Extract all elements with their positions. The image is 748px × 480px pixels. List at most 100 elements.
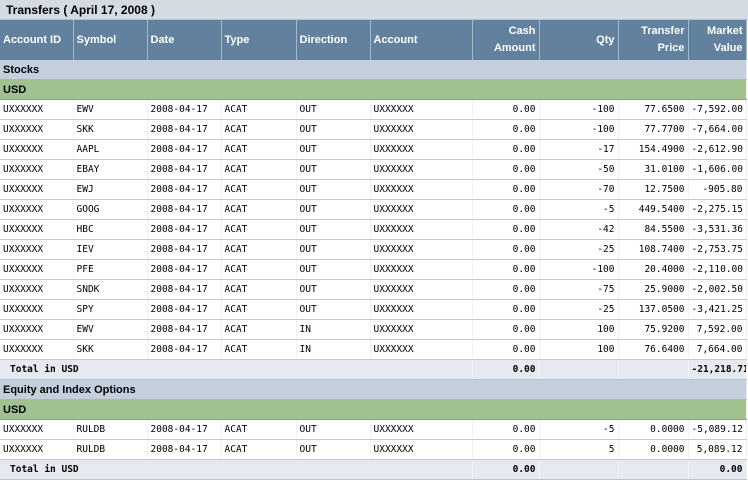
cell-account-id: UXXXXXX xyxy=(0,299,74,320)
cell-account-id: UXXXXXX xyxy=(0,319,74,340)
cell-type: ACAT xyxy=(221,439,297,460)
cell-account: UXXXXXX xyxy=(370,239,473,260)
cell-symbol: RULDB xyxy=(73,419,148,440)
cell-market-value: 7,664.00 xyxy=(688,339,747,360)
table-row[interactable]: UXXXXXX HBC 2008-04-17 ACAT OUT UXXXXXX 0.00 -4… xyxy=(0,219,747,240)
col-market-value-line2: Value xyxy=(713,42,743,54)
cell-direction: OUT xyxy=(296,139,371,160)
cell-date: 2008-04-17 xyxy=(147,299,222,320)
cell-account: UXXXXXX xyxy=(370,199,473,220)
col-account-id[interactable]: Account ID xyxy=(0,20,74,60)
table-row[interactable]: UXXXXXX SNDK 2008-04-17 ACAT OUT UXXXXXX 0.00-… xyxy=(0,279,747,300)
table-row[interactable]: UXXXXXX EWV 2008-04-17 ACAT IN UXXXXXX 0.00 100… xyxy=(0,319,747,340)
page-title: Transfers ( April 17, 2008 ) xyxy=(0,0,748,20)
cell-type: ACAT xyxy=(221,279,297,300)
cell-account: UXXXXXX xyxy=(370,419,473,440)
transfers-table: Account ID Symbol Date Type Direction Ac… xyxy=(0,20,747,480)
cell-cash-amount: 0.00 xyxy=(472,239,540,260)
cell-transfer-price: 12.7500 xyxy=(618,179,689,200)
cell-type: ACAT xyxy=(221,99,297,120)
cell-market-value: -3,421.25 xyxy=(688,299,747,320)
col-date[interactable]: Date xyxy=(147,20,222,60)
cell-qty: -70 xyxy=(539,179,619,200)
table-row[interactable]: UXXXXXX EWV 2008-04-17 ACAT OUT UXXXXXX 0.00 -1… xyxy=(0,99,747,120)
cell-date: 2008-04-17 xyxy=(147,199,222,220)
cell-account-id: UXXXXXX xyxy=(0,419,74,440)
col-account[interactable]: Account xyxy=(370,20,473,60)
cell-cash-amount: 0.00 xyxy=(472,279,540,300)
cell-account: UXXXXXX xyxy=(370,339,473,360)
cell-transfer-price: 76.6400 xyxy=(618,339,689,360)
col-qty[interactable]: Qty xyxy=(539,20,619,60)
cell-market-value: -2,753.75 xyxy=(688,239,747,260)
total-label: Total in USD xyxy=(0,459,473,480)
total-market-value: -21,218.71 xyxy=(688,359,747,380)
table-row[interactable]: UXXXXXX EBAY 2008-04-17 ACAT OUT UXXXXXX 0.00-… xyxy=(0,159,747,180)
cell-transfer-price: 449.5400 xyxy=(618,199,689,220)
cell-qty: -50 xyxy=(539,159,619,180)
total-empty-cell xyxy=(539,359,619,380)
cell-account: UXXXXXX xyxy=(370,259,473,280)
cell-cash-amount: 0.00 xyxy=(472,139,540,160)
cell-type: ACAT xyxy=(221,339,297,360)
cell-date: 2008-04-17 xyxy=(147,119,222,140)
cell-transfer-price: 25.9000 xyxy=(618,279,689,300)
total-row: Total in USD 0.00 -21,218.71 xyxy=(0,359,747,380)
cell-market-value: -2,612.90 xyxy=(688,139,747,160)
table-row[interactable]: UXXXXXX RULDB 2008-04-17 ACAT OUT UXXXXXX 0.00… xyxy=(0,439,747,460)
section-header: Stocks xyxy=(0,60,747,80)
cell-account: UXXXXXX xyxy=(370,299,473,320)
col-cash-amount[interactable]: Cash Amount xyxy=(472,20,540,60)
cell-cash-amount: 0.00 xyxy=(472,259,540,280)
cell-qty: -75 xyxy=(539,279,619,300)
cell-market-value: -7,664.00 xyxy=(688,119,747,140)
cell-direction: OUT xyxy=(296,259,371,280)
cell-direction: OUT xyxy=(296,419,371,440)
table-row[interactable]: UXXXXXX EWJ 2008-04-17 ACAT OUT UXXXXXX 0.00 -7… xyxy=(0,179,747,200)
table-row[interactable]: UXXXXXX AAPL 2008-04-17 ACAT OUT UXXXXXX 0.00-… xyxy=(0,139,747,160)
cell-date: 2008-04-17 xyxy=(147,219,222,240)
table-row[interactable]: UXXXXXX RULDB 2008-04-17 ACAT OUT UXXXXXX 0.00… xyxy=(0,419,747,440)
col-market-value[interactable]: Market Value xyxy=(688,20,747,60)
total-market-value: 0.00 xyxy=(688,459,747,480)
col-type[interactable]: Type xyxy=(221,20,297,60)
cell-date: 2008-04-17 xyxy=(147,439,222,460)
cell-qty: -100 xyxy=(539,99,619,120)
cell-cash-amount: 0.00 xyxy=(472,159,540,180)
table-row[interactable]: UXXXXXX GOOG 2008-04-17 ACAT OUT UXXXXXX 0.00-… xyxy=(0,199,747,220)
table-row[interactable]: UXXXXXX IEV 2008-04-17 ACAT OUT UXXXXXX 0.00 -2… xyxy=(0,239,747,260)
table-body: Stocks USD UXXXXXX EWV 2008-04-17 ACAT OUT UXXX… xyxy=(0,60,747,480)
col-symbol[interactable]: Symbol xyxy=(73,20,148,60)
cell-market-value: -905.80 xyxy=(688,179,747,200)
section-name: Stocks xyxy=(0,60,747,80)
table-row[interactable]: UXXXXXX SPY 2008-04-17 ACAT OUT UXXXXXX 0.00 -2… xyxy=(0,299,747,320)
cell-qty: -100 xyxy=(539,259,619,280)
currency-header: USD xyxy=(0,399,747,420)
cell-symbol: IEV xyxy=(73,239,148,260)
cell-symbol: SNDK xyxy=(73,279,148,300)
cell-account: UXXXXXX xyxy=(370,139,473,160)
cell-symbol: AAPL xyxy=(73,139,148,160)
table-row[interactable]: UXXXXXX PFE 2008-04-17 ACAT OUT UXXXXXX 0.00 -1… xyxy=(0,259,747,280)
cell-transfer-price: 20.4000 xyxy=(618,259,689,280)
cell-direction: OUT xyxy=(296,279,371,300)
cell-date: 2008-04-17 xyxy=(147,279,222,300)
cell-transfer-price: 0.0000 xyxy=(618,419,689,440)
cell-symbol: EWV xyxy=(73,319,148,340)
cell-type: ACAT xyxy=(221,219,297,240)
cell-account-id: UXXXXXX xyxy=(0,439,74,460)
col-direction[interactable]: Direction xyxy=(296,20,371,60)
total-cash-amount: 0.00 xyxy=(472,459,540,480)
col-transfer-price[interactable]: Transfer Price xyxy=(618,20,689,60)
table-row[interactable]: UXXXXXX SKK 2008-04-17 ACAT IN UXXXXXX 0.00 100… xyxy=(0,339,747,360)
cell-qty: -17 xyxy=(539,139,619,160)
total-empty-cell xyxy=(539,459,619,480)
total-empty-cell xyxy=(618,359,689,380)
cell-cash-amount: 0.00 xyxy=(472,419,540,440)
cell-type: ACAT xyxy=(221,319,297,340)
col-transfer-price-line2: Price xyxy=(657,42,685,54)
header-row: Account ID Symbol Date Type Direction Ac… xyxy=(0,20,747,60)
cell-account: UXXXXXX xyxy=(370,179,473,200)
col-transfer-price-line1: Transfer xyxy=(641,25,685,37)
table-row[interactable]: UXXXXXX SKK 2008-04-17 ACAT OUT UXXXXXX 0.00 -1… xyxy=(0,119,747,140)
